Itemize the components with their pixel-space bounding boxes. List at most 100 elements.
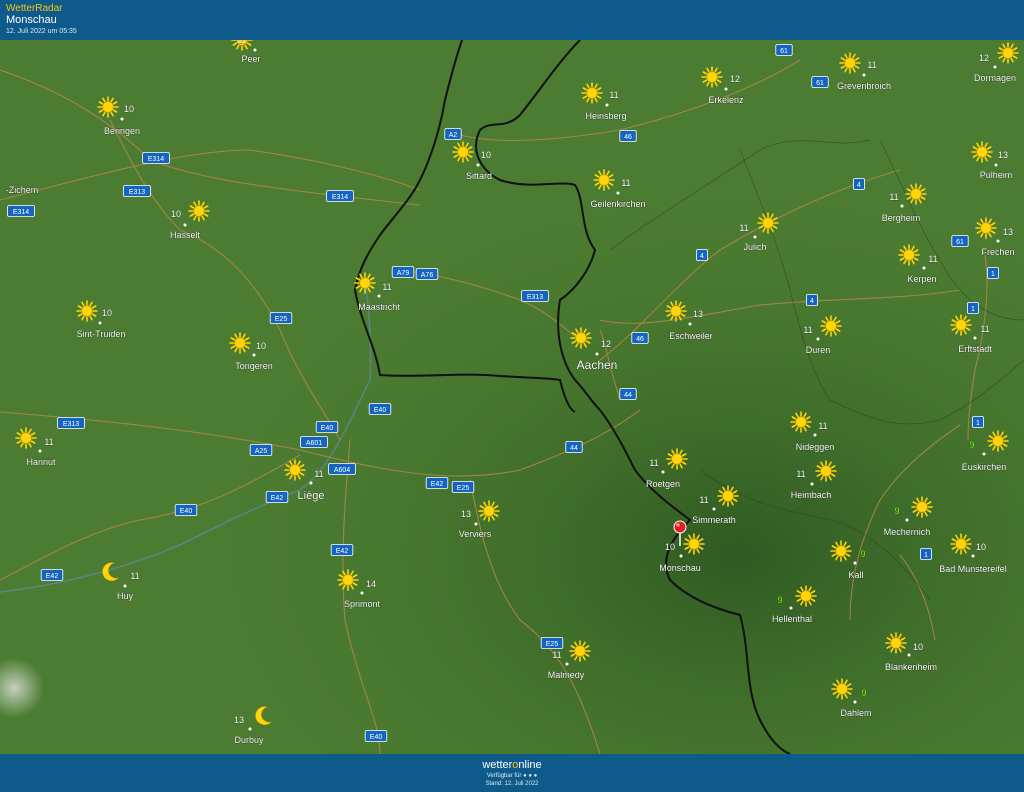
road-shield: E40 — [364, 730, 388, 742]
road-shield: A2 — [444, 128, 462, 140]
road-shield-label: 61 — [816, 80, 824, 87]
station-temp: 13 — [1003, 227, 1013, 237]
station-name: Kall — [848, 570, 863, 580]
sun-disc — [586, 87, 598, 99]
station-dot — [120, 117, 124, 121]
road-shield-label: 46 — [624, 134, 632, 141]
station-temp: 11 — [739, 223, 748, 233]
road-shield: E313 — [123, 185, 151, 197]
station-dot — [994, 163, 998, 167]
road-shield: A79 — [391, 266, 415, 278]
sun-disc — [844, 57, 856, 69]
pin-head — [673, 520, 687, 534]
sun-disc — [457, 146, 469, 158]
station-name: Pulheim — [980, 170, 1013, 180]
station-temp: 10 — [171, 209, 181, 219]
station-name: Sittard — [466, 171, 492, 181]
station-name: Sint-Truiden — [77, 329, 126, 339]
sun-disc — [688, 538, 700, 550]
station-dot — [862, 73, 866, 77]
road-shield: 46 — [631, 332, 649, 344]
station-name: Monschau — [659, 563, 701, 573]
top-bar: WetterRadar Monschau 12. Juli 2022 um 05… — [0, 0, 1024, 41]
android-icon: ● — [528, 773, 532, 779]
road-shield-label: E42 — [271, 495, 284, 502]
station-dot — [595, 352, 599, 356]
road-shield: A25 — [249, 444, 273, 456]
station-temp: 12 — [601, 339, 611, 349]
apple-icon: ● — [523, 773, 527, 779]
station-temp: 11 — [803, 325, 812, 335]
road-shield-label: E313 — [63, 421, 79, 428]
road-shield-label: E25 — [275, 316, 288, 323]
station-dot — [982, 452, 986, 456]
sun-disc — [825, 320, 837, 332]
road-shield: 1 — [987, 267, 1000, 279]
road-shield-label: E25 — [546, 641, 559, 648]
sun-disc — [671, 453, 683, 465]
station-dot — [853, 561, 857, 565]
road-shield-label: A601 — [306, 440, 322, 447]
sun-disc — [1002, 47, 1014, 59]
location-title: Monschau — [6, 14, 57, 26]
timestamp: 12. Juli 2022 um 05:35 — [6, 28, 77, 35]
sun-disc — [800, 590, 812, 602]
sun-disc — [81, 305, 93, 317]
road-shield-label: E40 — [374, 407, 387, 414]
road-shield-label: A25 — [255, 448, 268, 455]
station-name: Geilenkirchen — [590, 199, 645, 209]
road-shield: 61 — [811, 76, 829, 88]
road-shield: 1 — [967, 302, 980, 314]
sun-disc — [976, 146, 988, 158]
station-name: Bergheim — [882, 213, 921, 223]
station-dot — [971, 554, 975, 558]
station-name: Kerpen — [907, 274, 936, 284]
road-shield-label: A76 — [421, 272, 434, 279]
map-view[interactable]: E314 E313 E314 E314 A2 A79 A76 E313 E25 E40 E313 A6… — [0, 40, 1024, 754]
road-shield: A604 — [328, 463, 356, 475]
station-temp: 11 — [818, 421, 827, 431]
station-temp: 13 — [461, 509, 471, 519]
station-dot — [360, 591, 364, 595]
sun-disc — [359, 277, 371, 289]
road-shield-label: 4 — [700, 253, 704, 260]
road-shield: 46 — [619, 130, 637, 142]
road-shield: E314 — [326, 190, 354, 202]
road-shield: E25 — [540, 637, 564, 649]
station-temp: 10 — [102, 308, 112, 318]
station-temp: 10 — [256, 341, 266, 351]
station-temp: 9 — [894, 506, 899, 516]
station-name: Heinsberg — [585, 111, 626, 121]
road-shield: E313 — [57, 417, 85, 429]
station-temp: 14 — [366, 579, 376, 589]
station-dot — [183, 223, 187, 227]
sun-disc — [835, 545, 847, 557]
station-name: Aachen — [577, 358, 618, 372]
terrain-relief — [0, 40, 1024, 754]
road-shield-label: 44 — [570, 445, 578, 452]
station-name: -Zichem — [6, 185, 39, 195]
station-dot — [679, 554, 683, 558]
station-dot — [993, 65, 997, 69]
station-temp: 11 — [649, 458, 658, 468]
station-dot — [98, 321, 102, 325]
sun-disc — [722, 490, 734, 502]
road-shield-label: 61 — [780, 48, 788, 55]
station-name: Sprimont — [344, 599, 381, 609]
station-dot — [661, 470, 665, 474]
sun-disc — [670, 305, 682, 317]
station-temp: 9 — [860, 549, 865, 559]
station-name: Roetgen — [646, 479, 680, 489]
station-name: Mechernich — [884, 527, 931, 537]
station-marker[interactable]: -Zichem — [5, 185, 39, 196]
station-temp: 11 — [980, 324, 989, 334]
road-shield: E42 — [425, 477, 449, 489]
road-shield: E313 — [521, 290, 549, 302]
map-canvas[interactable]: E314 E313 E314 E314 A2 A79 A76 E313 E25 E40 E313 A6… — [0, 40, 1024, 754]
brand-right: nline — [518, 759, 542, 771]
station-dot — [816, 337, 820, 341]
station-dot — [252, 353, 256, 357]
station-dot — [922, 266, 926, 270]
station-name: Maastricht — [358, 302, 400, 312]
brand-logo[interactable]: wetteronline — [0, 759, 1024, 771]
